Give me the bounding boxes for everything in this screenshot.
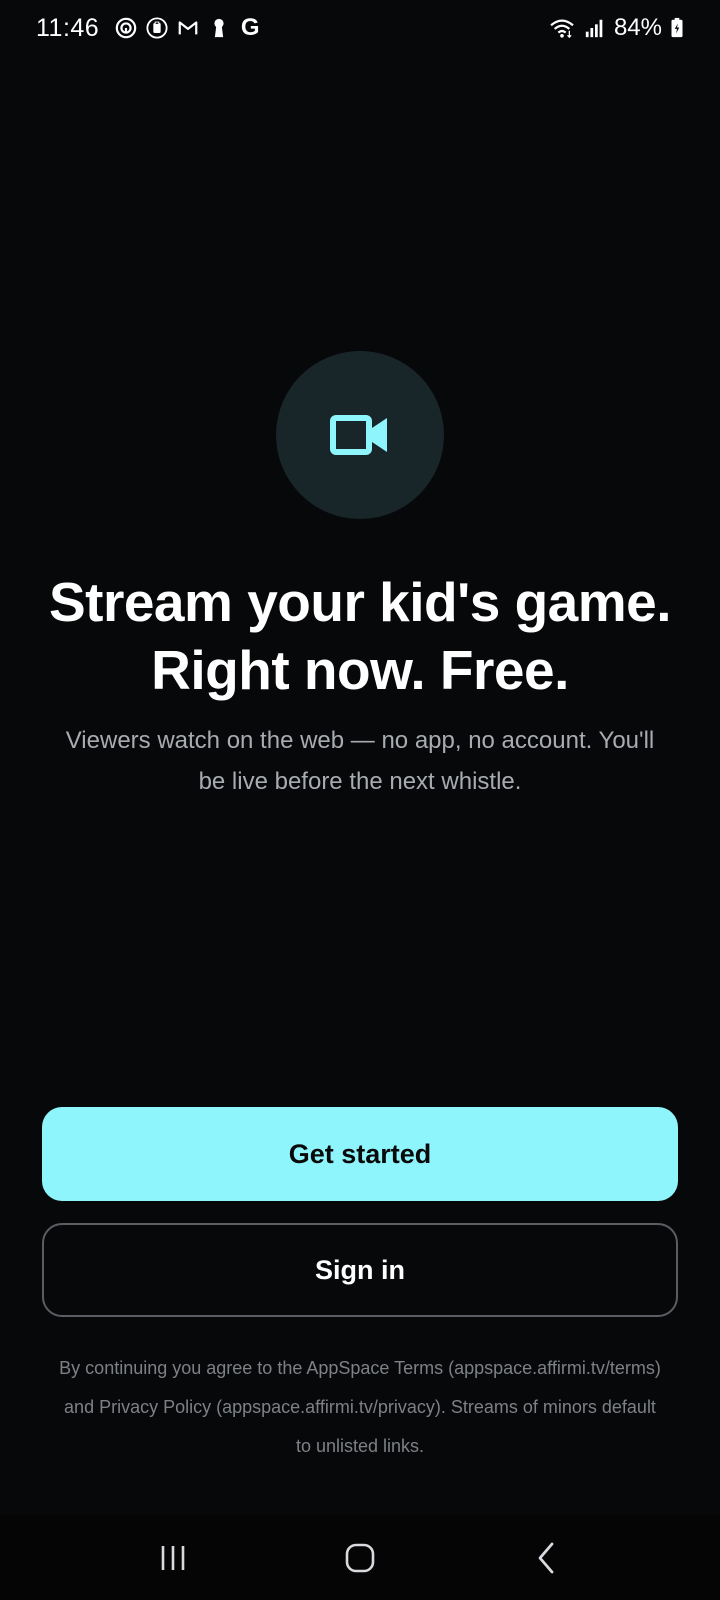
- recent-apps-icon: [162, 1545, 185, 1570]
- home-button[interactable]: [330, 1528, 390, 1588]
- podcast-icon: [115, 17, 137, 39]
- onboarding-screen: 11:46 G 84% Stream your kid's game. Righ…: [0, 0, 720, 1600]
- notification-icons: G: [115, 14, 261, 41]
- system-nav-bar: [0, 1515, 720, 1600]
- status-right: 84%: [548, 14, 684, 42]
- clipboard-icon: [146, 17, 168, 39]
- google-icon: G: [239, 14, 261, 41]
- status-left: 11:46 G: [36, 14, 261, 43]
- recent-apps-button[interactable]: [143, 1528, 203, 1588]
- battery-percent: 84%: [613, 14, 662, 41]
- google-letter: G: [240, 14, 260, 41]
- headline: Stream your kid's game. Right now. Free.: [0, 568, 720, 704]
- status-time: 11:46: [36, 13, 100, 42]
- battery-charging-icon: [670, 17, 684, 39]
- subtitle: Viewers watch on the web — no app, no ac…: [65, 727, 655, 795]
- gmail-icon: [177, 17, 199, 39]
- wifi-icon: [548, 17, 576, 39]
- status-bar: 11:46 G 84%: [0, 0, 720, 56]
- get-started-button[interactable]: Get started: [42, 1107, 678, 1201]
- legal-disclaimer: By continuing you agree to the AppSpace …: [59, 1358, 661, 1456]
- sign-in-button[interactable]: Sign in: [42, 1223, 678, 1317]
- back-icon: [538, 1542, 554, 1573]
- signal-icon: [584, 17, 606, 39]
- headline-line-2: Right now. Free.: [151, 639, 569, 701]
- video-camera-icon: [330, 415, 387, 455]
- headline-line-1: Stream your kid's game.: [48, 571, 672, 633]
- keyhole-icon: [208, 17, 230, 39]
- back-button[interactable]: [517, 1528, 577, 1588]
- home-icon: [345, 1543, 375, 1572]
- hero-icon-circle: [276, 351, 444, 519]
